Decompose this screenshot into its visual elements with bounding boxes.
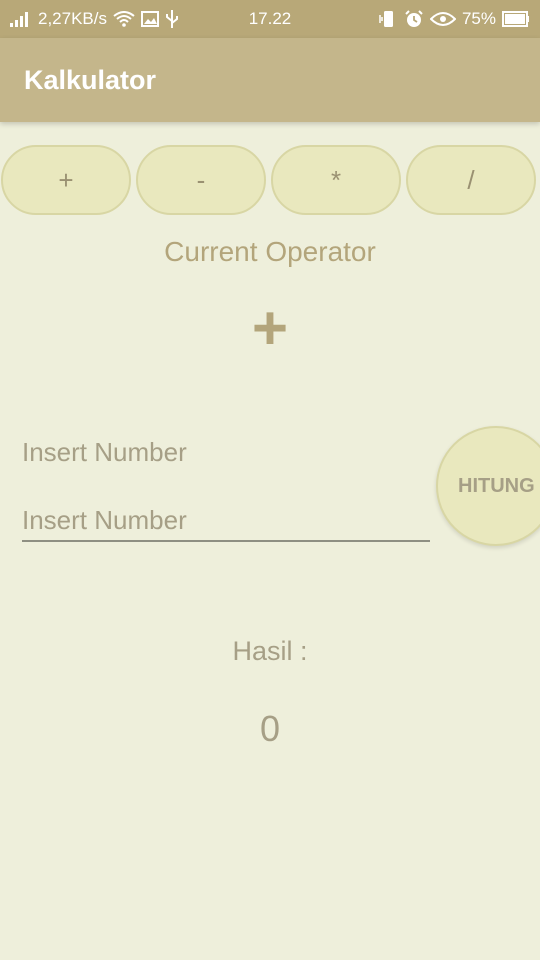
status-right: 75% xyxy=(378,9,530,29)
eye-icon xyxy=(429,11,456,27)
app-bar: Kalkulator xyxy=(0,38,540,122)
operator-row: + - * / xyxy=(0,145,540,217)
current-operator-value: + xyxy=(251,294,289,363)
battery-icon xyxy=(502,11,530,27)
multiply-button[interactable]: * xyxy=(271,145,401,215)
hasil-label: Hasil : xyxy=(232,636,308,666)
plus-button[interactable]: + xyxy=(1,145,131,215)
vibrate-icon xyxy=(378,10,398,28)
divide-button[interactable]: / xyxy=(406,145,536,215)
battery-percent: 75% xyxy=(461,9,496,28)
insert-number-label: Insert Number xyxy=(22,437,187,467)
app-title: Kalkulator xyxy=(24,65,157,95)
hasil-value: 0 xyxy=(259,708,281,749)
current-operator-label: Current Operator xyxy=(164,236,376,267)
insert-number-input[interactable] xyxy=(22,500,430,542)
hitung-button[interactable]: HITUNG xyxy=(436,426,540,546)
minus-button[interactable]: - xyxy=(136,145,266,215)
status-bar: 2,27KB/s 17.22 75% xyxy=(0,0,540,38)
alarm-icon xyxy=(404,10,424,28)
